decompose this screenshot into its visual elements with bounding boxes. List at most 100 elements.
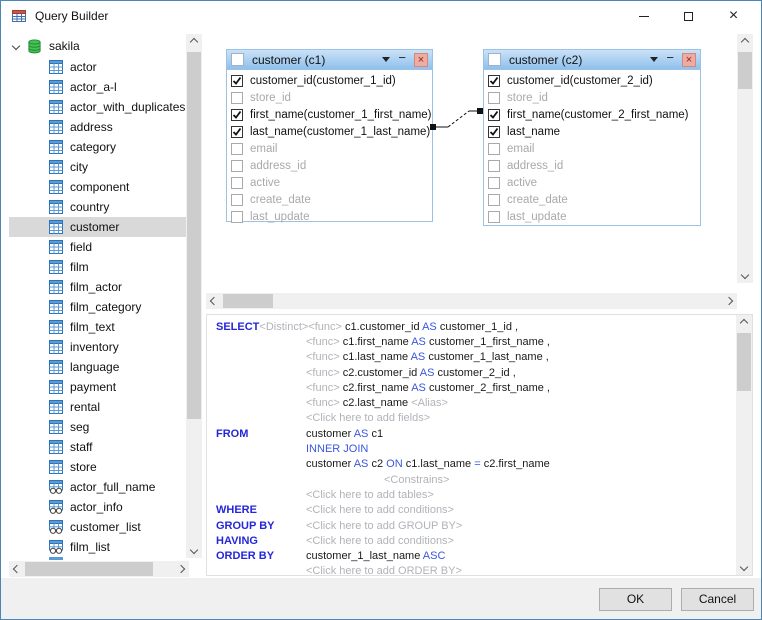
scroll-up-arrow-icon[interactable] bbox=[736, 315, 752, 331]
tree-item-staff[interactable]: staff bbox=[9, 437, 186, 457]
scroll-up-arrow-icon[interactable] bbox=[186, 34, 202, 50]
tree-item-inventory[interactable]: inventory bbox=[9, 337, 186, 357]
sql-clause-content[interactable]: <func> c2.last_name <Alias> bbox=[306, 397, 732, 409]
unchecked-checkbox[interactable] bbox=[231, 92, 243, 104]
field-row-active[interactable]: active bbox=[227, 174, 432, 191]
unchecked-checkbox[interactable] bbox=[231, 160, 243, 172]
scroll-left-arrow-icon[interactable] bbox=[206, 293, 222, 309]
sql-tag[interactable]: <Distinct> bbox=[259, 321, 308, 333]
sql-line[interactable]: <func> c1.first_name AS customer_1_first… bbox=[211, 334, 732, 349]
sql-clause-content[interactable]: customer AS c1 bbox=[306, 428, 732, 440]
sql-line[interactable]: <func> c2.customer_id AS customer_2_id , bbox=[211, 365, 732, 380]
sql-clause-content[interactable]: INNER JOIN bbox=[306, 443, 732, 455]
canvas-hscroll-thumb[interactable] bbox=[223, 294, 273, 308]
field-row-email[interactable]: email bbox=[484, 140, 700, 157]
card-minimize-icon[interactable]: − bbox=[666, 53, 674, 63]
card-close-icon[interactable]: × bbox=[414, 53, 428, 67]
tree-item-film_category[interactable]: film_category bbox=[9, 297, 186, 317]
unchecked-checkbox[interactable] bbox=[488, 92, 500, 104]
select-all-checkbox[interactable] bbox=[231, 53, 244, 66]
field-row-address_id[interactable]: address_id bbox=[227, 157, 432, 174]
field-row-customer_id[interactable]: customer_id(customer_2_id) bbox=[484, 72, 700, 89]
tree-item-actor_with_duplicates[interactable]: actor_with_duplicates bbox=[9, 97, 186, 117]
field-row-create_date[interactable]: create_date bbox=[227, 191, 432, 208]
tree-vertical-scrollbar[interactable] bbox=[186, 34, 202, 558]
card-menu-icon[interactable] bbox=[650, 57, 658, 62]
tree-item-film[interactable]: film bbox=[9, 257, 186, 277]
sql-line[interactable]: <Click here to add tables> bbox=[211, 487, 732, 502]
minimize-button[interactable] bbox=[621, 1, 666, 31]
checked-checkbox[interactable] bbox=[231, 126, 243, 138]
sql-line[interactable]: <Constrains> bbox=[211, 472, 732, 487]
unchecked-checkbox[interactable] bbox=[231, 177, 243, 189]
checked-checkbox[interactable] bbox=[488, 75, 500, 87]
card-header[interactable]: customer (c1) − × bbox=[227, 50, 432, 70]
field-row-address_id[interactable]: address_id bbox=[484, 157, 700, 174]
sql-vscroll-thumb[interactable] bbox=[737, 333, 751, 391]
unchecked-checkbox[interactable] bbox=[488, 143, 500, 155]
card-header[interactable]: customer (c2) − × bbox=[484, 50, 700, 70]
field-row-last_update[interactable]: last_update bbox=[484, 208, 700, 225]
scroll-up-arrow-icon[interactable] bbox=[737, 34, 753, 50]
scroll-down-arrow-icon[interactable] bbox=[736, 559, 752, 575]
tree-item-actor_a-l[interactable]: actor_a-l bbox=[9, 77, 186, 97]
field-row-store_id[interactable]: store_id bbox=[227, 89, 432, 106]
sql-line[interactable]: <func> c2.last_name <Alias> bbox=[211, 395, 732, 410]
tree-item-component[interactable]: component bbox=[9, 177, 186, 197]
unchecked-checkbox[interactable] bbox=[488, 194, 500, 206]
sql-clause-content[interactable]: customer_1_last_name ASC bbox=[306, 550, 732, 562]
tree-item-customer[interactable]: customer bbox=[9, 217, 186, 237]
tree-item-rental[interactable]: rental bbox=[9, 397, 186, 417]
tree-item-address[interactable]: address bbox=[9, 117, 186, 137]
unchecked-checkbox[interactable] bbox=[488, 211, 500, 223]
tree-item-language[interactable]: language bbox=[9, 357, 186, 377]
scroll-down-arrow-icon[interactable] bbox=[737, 267, 753, 283]
field-row-last_update[interactable]: last_update bbox=[227, 208, 432, 225]
select-all-checkbox[interactable] bbox=[488, 53, 501, 66]
sql-vertical-scrollbar[interactable] bbox=[736, 315, 752, 575]
sql-line[interactable]: <func> c2.first_name AS customer_2_first… bbox=[211, 380, 732, 395]
tree-item-store[interactable]: store bbox=[9, 457, 186, 477]
sql-clause-content[interactable]: <Constrains> bbox=[306, 474, 732, 486]
sql-line-order-by[interactable]: ORDER BYcustomer_1_last_name ASC bbox=[211, 548, 732, 563]
canvas-vertical-scrollbar[interactable] bbox=[737, 34, 753, 283]
tree-item-seg[interactable]: seg bbox=[9, 417, 186, 437]
field-row-create_date[interactable]: create_date bbox=[484, 191, 700, 208]
tree-item-actor_full_name[interactable]: actor_full_name bbox=[9, 477, 186, 497]
unchecked-checkbox[interactable] bbox=[488, 177, 500, 189]
sql-line-select[interactable]: SELECT<Distinct><func> c1.customer_id AS… bbox=[211, 319, 732, 334]
sql-line-having[interactable]: HAVING<Click here to add conditions> bbox=[211, 533, 732, 548]
sql-clause-content[interactable]: <Click here to add conditions> bbox=[306, 535, 732, 547]
tree-item-film_actor[interactable]: film_actor bbox=[9, 277, 186, 297]
sql-line-where[interactable]: WHERE<Click here to add conditions> bbox=[211, 503, 732, 518]
table-card-customer-c2[interactable]: customer (c2) − × customer_id(customer_2… bbox=[483, 49, 701, 226]
tree-item-sakila[interactable]: sakila bbox=[9, 36, 186, 56]
tree-item-payment[interactable]: payment bbox=[9, 377, 186, 397]
sql-clause-content[interactable]: <func> c1.first_name AS customer_1_first… bbox=[306, 336, 732, 348]
tree-item-actor_info[interactable]: actor_info bbox=[9, 497, 186, 517]
checked-checkbox[interactable] bbox=[488, 126, 500, 138]
field-row-email[interactable]: email bbox=[227, 140, 432, 157]
scroll-right-arrow-icon[interactable] bbox=[173, 561, 189, 577]
tree-hscroll-thumb[interactable] bbox=[25, 562, 153, 576]
sql-clause-content[interactable]: <Click here to add GROUP BY> bbox=[306, 520, 732, 532]
unchecked-checkbox[interactable] bbox=[488, 160, 500, 172]
tree-item-city[interactable]: city bbox=[9, 157, 186, 177]
tree-horizontal-scrollbar[interactable] bbox=[9, 561, 189, 577]
sql-line-from[interactable]: FROMcustomer AS c1 bbox=[211, 426, 732, 441]
sql-clause-content[interactable]: <Click here to add ORDER BY> bbox=[306, 565, 732, 577]
scroll-right-arrow-icon[interactable] bbox=[721, 293, 737, 309]
sql-clause-content[interactable]: <Click here to add fields> bbox=[306, 412, 732, 424]
checked-checkbox[interactable] bbox=[488, 109, 500, 121]
checked-checkbox[interactable] bbox=[231, 75, 243, 87]
sql-line[interactable]: customer AS c2 ON c1.last_name = c2.firs… bbox=[211, 457, 732, 472]
sql-line[interactable]: INNER JOIN bbox=[211, 441, 732, 456]
sql-clause-content[interactable]: <func> c1.customer_id AS customer_1_id , bbox=[308, 321, 732, 333]
checked-checkbox[interactable] bbox=[231, 109, 243, 121]
field-row-store_id[interactable]: store_id bbox=[484, 89, 700, 106]
field-row-active[interactable]: active bbox=[484, 174, 700, 191]
scroll-left-arrow-icon[interactable] bbox=[9, 561, 25, 577]
card-menu-icon[interactable] bbox=[382, 57, 390, 62]
tree-item-customer_list[interactable]: customer_list bbox=[9, 517, 186, 537]
tree-item-country[interactable]: country bbox=[9, 197, 186, 217]
